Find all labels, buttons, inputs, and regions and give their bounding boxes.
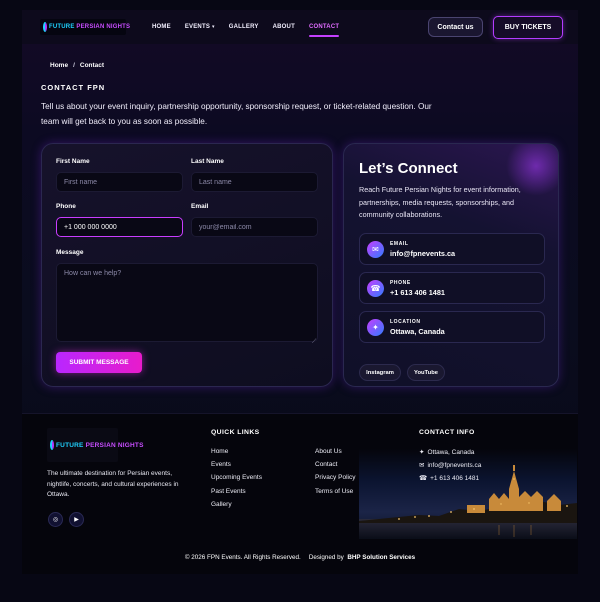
breadcrumb: Home / Contact bbox=[50, 62, 104, 69]
footer-link[interactable]: Terms of Use bbox=[315, 488, 353, 495]
chevron-down-icon: ▾ bbox=[212, 24, 215, 30]
last-name-field[interactable] bbox=[191, 172, 318, 192]
nav-home[interactable]: HOME bbox=[152, 24, 171, 30]
breadcrumb-home[interactable]: Home bbox=[50, 62, 68, 69]
footer-link[interactable]: Upcoming Events bbox=[211, 474, 262, 481]
instagram-button[interactable]: Instagram bbox=[359, 364, 401, 381]
page: FUTURE PERSIAN NIGHTS HOME EVENTS ▾ GALLE… bbox=[22, 10, 578, 574]
footer-logo[interactable]: FUTURE PERSIAN NIGHTS bbox=[47, 428, 143, 462]
first-name-field[interactable] bbox=[56, 172, 183, 192]
contact-info-title: CONTACT INFO bbox=[419, 429, 475, 436]
footer-link[interactable]: Events bbox=[211, 461, 231, 468]
email-label: Email bbox=[191, 203, 209, 210]
first-name-label: First Name bbox=[56, 158, 90, 165]
site-footer: FUTURE PERSIAN NIGHTS The ultimate desti… bbox=[22, 413, 578, 574]
footer-link[interactable]: Gallery bbox=[211, 501, 232, 508]
nav-gallery[interactable]: GALLERY bbox=[229, 24, 259, 30]
phone-field[interactable] bbox=[56, 217, 183, 237]
buy-tickets-button[interactable]: BUY TICKETS bbox=[493, 16, 563, 39]
email-info-box[interactable]: ✉ EMAIL info@fpnevents.ca bbox=[359, 233, 545, 265]
nav-contact[interactable]: CONTACT bbox=[308, 24, 340, 37]
connect-text: Reach Future Persian Nights for event in… bbox=[359, 185, 521, 219]
contact-form: First Name Last Name Phone Email Message… bbox=[41, 143, 333, 387]
page-eyebrow: CONTACT FPN bbox=[41, 83, 106, 92]
copyright: © 2026 FPN Events. All Rights Reserved. D… bbox=[22, 554, 578, 561]
designer-link[interactable]: BHP Solution Services bbox=[347, 554, 415, 561]
footer-link[interactable]: Home bbox=[211, 448, 228, 455]
info-value: Ottawa, Canada bbox=[390, 327, 445, 336]
email-field[interactable] bbox=[191, 217, 318, 237]
instagram-icon[interactable]: ◎ bbox=[48, 512, 63, 527]
info-label: EMAIL bbox=[390, 241, 409, 247]
message-label: Message bbox=[56, 249, 84, 256]
nav-about[interactable]: ABOUT bbox=[273, 24, 295, 30]
footer-email[interactable]: ✉ info@fpnevents.ca bbox=[419, 461, 481, 469]
designed-by-label: Designed by bbox=[308, 554, 344, 561]
nav-events[interactable]: EVENTS ▾ bbox=[185, 24, 215, 30]
location-icon: ✦ bbox=[367, 319, 384, 336]
footer-logo-text: FUTURE PERSIAN NIGHTS bbox=[56, 441, 144, 449]
connect-card: Let’s Connect Reach Future Persian Night… bbox=[343, 143, 559, 387]
youtube-button[interactable]: YouTube bbox=[407, 364, 445, 381]
quick-links-title: QUICK LINKS bbox=[211, 429, 260, 436]
footer-link[interactable]: Privacy Policy bbox=[315, 474, 355, 481]
footer-description: The ultimate destination for Persian eve… bbox=[47, 470, 179, 498]
logo-text: FUTURE PERSIAN NIGHTS bbox=[49, 24, 131, 30]
phone-info-box[interactable]: ☎ PHONE +1 613 406 1481 bbox=[359, 272, 545, 304]
last-name-label: Last Name bbox=[191, 158, 224, 165]
mail-icon: ✉ bbox=[367, 241, 384, 258]
nav-events-label: EVENTS bbox=[184, 24, 211, 30]
submit-message-button[interactable]: SUBMIT MESSAGE bbox=[56, 352, 142, 373]
footer-link[interactable]: About Us bbox=[315, 448, 342, 455]
breadcrumb-current: Contact bbox=[79, 62, 105, 69]
footer-email-text: info@fpnevents.ca bbox=[427, 462, 482, 469]
footer-location-text: Ottawa, Canada bbox=[427, 449, 475, 456]
site-header: FUTURE PERSIAN NIGHTS HOME EVENTS ▾ GALLE… bbox=[22, 10, 578, 44]
footer-link[interactable]: Contact bbox=[315, 461, 337, 468]
phone-icon: ☎ bbox=[419, 475, 428, 482]
info-label: PHONE bbox=[390, 280, 411, 286]
footer-phone-text: +1 613 406 1481 bbox=[430, 475, 480, 482]
footer-location: ✦ Ottawa, Canada bbox=[419, 448, 474, 456]
info-value: info@fpnevents.ca bbox=[390, 249, 456, 258]
copyright-text: © 2026 FPN Events. All Rights Reserved. bbox=[184, 554, 301, 561]
phone-icon: ☎ bbox=[367, 280, 384, 297]
logo-mark-icon bbox=[43, 22, 47, 32]
info-label: LOCATION bbox=[390, 319, 421, 325]
location-icon: ✦ bbox=[419, 449, 425, 456]
resize-grip-icon[interactable]: ⟋ bbox=[312, 339, 316, 346]
phone-label: Phone bbox=[56, 203, 76, 210]
main-nav: HOME EVENTS ▾ GALLERY ABOUT CONTACT bbox=[152, 24, 353, 37]
youtube-icon[interactable]: ▶ bbox=[69, 512, 84, 527]
page-intro: Tell us about your event inquiry, partne… bbox=[41, 102, 432, 126]
footer-link[interactable]: Past Events bbox=[211, 488, 246, 495]
connect-title: Let’s Connect bbox=[359, 160, 458, 177]
breadcrumb-separator: / bbox=[73, 62, 75, 69]
contact-us-button[interactable]: Contact us bbox=[428, 17, 483, 37]
location-info-box[interactable]: ✦ LOCATION Ottawa, Canada bbox=[359, 311, 545, 343]
site-logo[interactable]: FUTURE PERSIAN NIGHTS bbox=[40, 19, 130, 35]
message-field[interactable] bbox=[56, 263, 318, 342]
logo-mark-icon bbox=[50, 440, 54, 450]
info-value: +1 613 406 1481 bbox=[390, 288, 445, 297]
mail-icon: ✉ bbox=[419, 462, 425, 469]
footer-phone[interactable]: ☎ +1 613 406 1481 bbox=[419, 474, 479, 482]
